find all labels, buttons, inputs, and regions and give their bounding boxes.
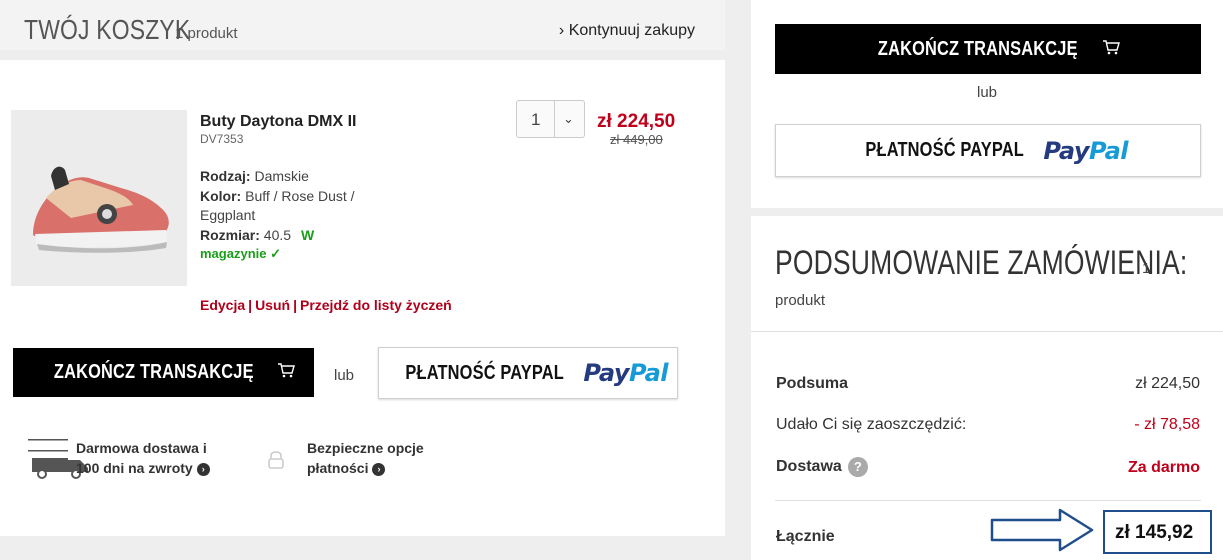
- summary-count-word: produkt: [775, 292, 826, 309]
- secure-feature-line1: Bezpieczne opcje: [307, 440, 424, 456]
- product-image[interactable]: [11, 110, 187, 286]
- total-highlight: zł 145,92: [1103, 510, 1212, 554]
- wishlist-link[interactable]: Przejdź do listy życzeń: [300, 297, 452, 313]
- size-label: Rozmiar:: [200, 227, 260, 243]
- cart-icon: [277, 362, 296, 383]
- separator: |: [248, 297, 253, 313]
- continue-shopping-label: Kontynuuj zakupy: [568, 22, 695, 39]
- arrow-right-icon: ›: [372, 462, 386, 476]
- quantity-divider: [554, 101, 555, 137]
- help-icon[interactable]: ?: [847, 457, 868, 477]
- paypal-logo: PayPal: [583, 359, 668, 387]
- shipping-value: Za darmo: [1127, 459, 1200, 476]
- divider: [775, 500, 1201, 501]
- order-summary: PODSUMOWANIE ZAMÓWIENIA: 1 produkt Podsu…: [751, 216, 1223, 560]
- checkout-label: ZAKOŃCZ TRANSAKCJĘ: [878, 37, 1078, 60]
- color-value: Buff / Rose Dust /: [245, 188, 355, 204]
- paypal-logo-pal: Pal: [629, 359, 669, 387]
- shipping-feature-line1: Darmowa dostawa i: [76, 440, 207, 456]
- savings-value: - zł 78,58: [1134, 416, 1200, 433]
- product-actions: Edycja | Usuń | Przejdź do listy życzeń: [200, 297, 452, 313]
- shipping-feature-text: 100 dni na zwroty: [76, 460, 193, 476]
- annotation-arrow-icon: [990, 508, 1094, 557]
- shipping-feature[interactable]: Darmowa dostawa i 100 dni na zwroty ›: [76, 438, 210, 478]
- summary-heading: PODSUMOWANIE ZAMÓWIENIA:: [775, 244, 1223, 283]
- summary-title: PODSUMOWANIE ZAMÓWIENIA:: [775, 244, 1188, 282]
- paypal-label: PŁATNOŚĆ PAYPAL: [405, 361, 564, 384]
- product-old-price: zł 449,00: [610, 132, 663, 147]
- total-value: zł 145,92: [1115, 522, 1194, 543]
- chevron-right-icon: ›: [558, 22, 565, 39]
- quantity-value: 1: [531, 110, 541, 129]
- stock-status-cont: magazynie ✓: [200, 246, 281, 261]
- product-color-cont: Eggplant: [200, 207, 256, 223]
- size-value: 40.5: [263, 227, 292, 243]
- subtotal-label: Podsuma: [776, 375, 849, 392]
- cart-icon: [1102, 39, 1120, 60]
- or-label: lub: [334, 367, 355, 384]
- edit-link[interactable]: Edycja: [200, 297, 245, 313]
- subtotal-value: zł 224,50: [1135, 375, 1200, 392]
- product-color: Kolor: Buff / Rose Dust /: [200, 188, 355, 204]
- checkout-panel: ZAKOŃCZ TRANSAKCJĘ lub PŁATNOŚĆ PAYPAL P…: [751, 0, 1223, 208]
- or-label: lub: [977, 84, 998, 101]
- cart-header: TWÓJ KOSZYK 1 produkt › Kontynuuj zakupy: [0, 0, 725, 50]
- checkout-label: ZAKOŃCZ TRANSAKCJĘ: [53, 361, 254, 383]
- lock-icon: [266, 450, 286, 475]
- type-value: Damskie: [254, 168, 309, 184]
- shipping-row: Dostawa?: [776, 457, 868, 477]
- quantity-select[interactable]: 1 ⌄: [516, 100, 585, 138]
- secure-feature-line2: płatności ›: [307, 458, 424, 478]
- divider: [751, 331, 1223, 332]
- paypal-label: PŁATNOŚĆ PAYPAL: [865, 139, 1024, 161]
- cart-items-panel: Buty Daytona DMX II DV7353 Rodzaj: Damsk…: [0, 60, 725, 536]
- checkout-button[interactable]: ZAKOŃCZ TRANSAKCJĘ: [13, 348, 314, 397]
- secure-payment-feature[interactable]: Bezpieczne opcje płatności ›: [307, 438, 424, 478]
- shipping-label: Dostawa: [776, 458, 842, 476]
- separator: |: [293, 297, 297, 313]
- arrow-right-icon: ›: [196, 462, 210, 476]
- secure-feature-text: płatności: [307, 460, 369, 476]
- paypal-logo: PayPal: [1043, 137, 1128, 165]
- cart-count: 1 produkt: [175, 25, 238, 42]
- paypal-logo-pal: Pal: [1089, 136, 1129, 165]
- savings-label: Udało Ci się zaoszczędzić:: [776, 416, 967, 433]
- product-name[interactable]: Buty Daytona DMX II: [200, 113, 356, 131]
- product-code: DV7353: [200, 132, 244, 146]
- shipping-feature-line2: 100 dni na zwroty ›: [76, 458, 210, 478]
- product-type: Rodzaj: Damskie: [200, 168, 309, 184]
- summary-count-num: 1: [1142, 260, 1151, 277]
- total-label: Łącznie: [776, 528, 835, 545]
- product-size: Rozmiar: 40.5 W: [200, 227, 314, 243]
- paypal-logo-pay: Pay: [1043, 136, 1090, 165]
- color-label: Kolor:: [200, 188, 242, 204]
- paypal-logo-pay: Pay: [583, 359, 630, 387]
- remove-link[interactable]: Usuń: [255, 297, 290, 313]
- stock-status: W: [300, 227, 315, 243]
- paypal-button-top[interactable]: PŁATNOŚĆ PAYPAL PayPal: [775, 124, 1201, 177]
- cart-title: TWÓJ KOSZYK: [24, 14, 191, 45]
- type-label: Rodzaj:: [200, 168, 251, 184]
- checkout-button-top[interactable]: ZAKOŃCZ TRANSAKCJĘ: [775, 24, 1201, 74]
- paypal-button[interactable]: PŁATNOŚĆ PAYPAL PayPal: [378, 347, 678, 399]
- chevron-down-icon: ⌄: [563, 111, 574, 126]
- continue-shopping-link[interactable]: › Kontynuuj zakupy: [559, 22, 695, 40]
- product-price: zł 224,50: [597, 111, 676, 132]
